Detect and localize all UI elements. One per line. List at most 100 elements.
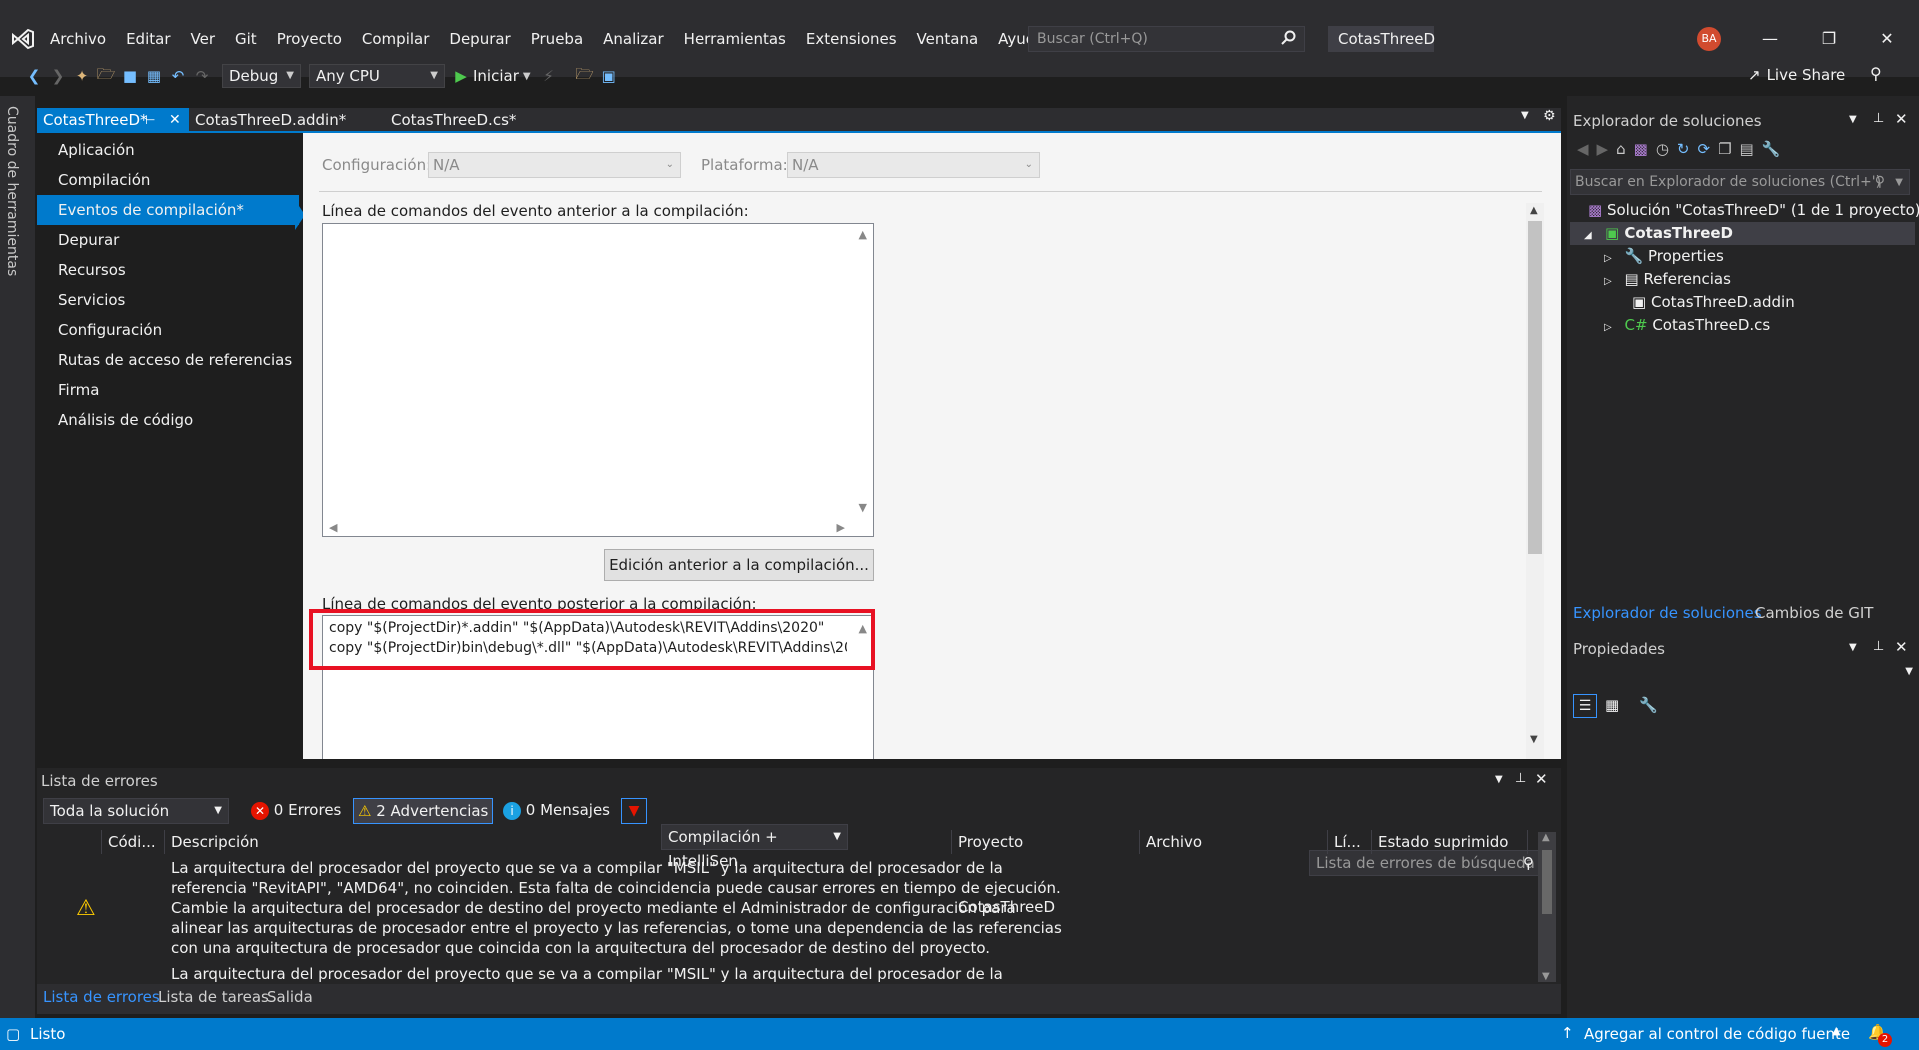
collapsed-arrow-icon[interactable]: ▷: [1604, 276, 1612, 287]
browser-icon[interactable]: ▣: [599, 67, 619, 85]
tree-item-solution[interactable]: ▩ Solución "CotasThreeD" (1 de 1 proyect…: [1588, 199, 1919, 222]
pin-icon[interactable]: ⊢: [145, 108, 155, 132]
search-icon[interactable]: ⚲: [1875, 170, 1885, 194]
scrollbar-thumb[interactable]: [1528, 221, 1542, 554]
tree-item-properties[interactable]: ▷ 🔧 Properties: [1604, 245, 1724, 268]
chevron-down-icon[interactable]: ▼: [1495, 774, 1503, 785]
close-icon[interactable]: ✕: [1535, 770, 1548, 788]
chevron-down-icon[interactable]: ▼: [1849, 642, 1857, 653]
menu-git[interactable]: Git: [225, 30, 267, 48]
tab-overflow-icon[interactable]: ▼: [1521, 110, 1529, 121]
arrow-up-icon[interactable]: ↑: [1561, 1024, 1574, 1042]
chevron-down-icon[interactable]: ▼: [1849, 114, 1857, 125]
vs-icon[interactable]: ▩: [1634, 140, 1648, 158]
quick-search-input[interactable]: Buscar (Ctrl+Q): [1028, 26, 1305, 52]
tab-cs[interactable]: CotasThreeD.cs*: [385, 108, 545, 132]
start-button[interactable]: Iniciar: [473, 67, 519, 85]
tab-git-changes[interactable]: Cambios de GIT: [1755, 604, 1873, 622]
scroll-up-icon[interactable]: ▲: [1530, 205, 1538, 216]
messages-filter-button[interactable]: i 0 Mensajes: [499, 798, 614, 824]
toolbox-label[interactable]: Cuadro de herramientas: [4, 106, 20, 276]
error-scope-select[interactable]: Toda la solución ▼: [43, 798, 229, 824]
nav-item-analisis[interactable]: Análisis de código: [37, 405, 299, 435]
chevron-down-icon[interactable]: ▼: [1895, 171, 1903, 195]
scroll-left-icon[interactable]: ◀: [329, 521, 337, 534]
forward-icon[interactable]: ▶: [1597, 140, 1609, 158]
pre-build-edit-button[interactable]: Edición anterior a la compilación...: [604, 549, 874, 581]
nav-item-aplicacion[interactable]: Aplicación: [37, 135, 299, 165]
filter-icon[interactable]: ▼: [621, 798, 647, 824]
menu-depurar[interactable]: Depurar: [439, 30, 520, 48]
pin-icon[interactable]: ⊥: [1873, 111, 1884, 126]
pin-icon[interactable]: ⊥: [1515, 771, 1526, 786]
forward-icon[interactable]: ❯: [48, 67, 68, 85]
nav-item-depurar[interactable]: Depurar: [37, 225, 299, 255]
nav-item-recursos[interactable]: Recursos: [37, 255, 299, 285]
minimize-icon[interactable]: —: [1747, 22, 1793, 56]
scroll-down-icon[interactable]: ▼: [1542, 971, 1550, 982]
undo-icon[interactable]: ↶: [168, 67, 188, 85]
config-select[interactable]: Debug ▼: [222, 64, 301, 88]
tree-item-project[interactable]: ◢ ▣ CotasThreeD: [1584, 222, 1733, 245]
save-icon[interactable]: ■: [120, 67, 140, 85]
platform-select[interactable]: Any CPU ▼: [309, 64, 445, 88]
pin-icon[interactable]: ⊥: [1873, 639, 1884, 654]
warnings-filter-button[interactable]: ⚠ 2 Advertencias: [353, 798, 494, 824]
col-project[interactable]: Proyecto: [952, 830, 1140, 854]
collapse-all-icon[interactable]: ❐: [1718, 140, 1731, 158]
home-icon[interactable]: ⌂: [1616, 140, 1626, 158]
tab-error-list[interactable]: Lista de errores: [43, 988, 160, 1006]
close-window-icon[interactable]: ✕: [1864, 22, 1910, 56]
menu-herramientas[interactable]: Herramientas: [674, 30, 796, 48]
refresh-icon[interactable]: ⟳: [1697, 140, 1710, 158]
nav-item-rutas[interactable]: Rutas de acceso de referencias: [37, 345, 299, 375]
pre-build-textbox[interactable]: ▲ ▼ ◀ ▶: [322, 223, 874, 537]
scroll-up-icon[interactable]: ▲: [859, 228, 867, 241]
menu-ventana[interactable]: Ventana: [907, 30, 989, 48]
col-code[interactable]: Códi...: [102, 830, 165, 854]
nav-item-configuracion[interactable]: Configuración: [37, 315, 299, 345]
properties-object-select[interactable]: ▼: [1571, 664, 1915, 686]
categorized-icon[interactable]: ☰: [1573, 694, 1597, 718]
tree-item-cs[interactable]: ▷ C# CotasThreeD.cs: [1604, 314, 1770, 337]
tree-item-references[interactable]: ▷ ▤ Referencias: [1604, 268, 1731, 291]
error-scrollbar[interactable]: ▲ ▼: [1538, 832, 1556, 982]
scroll-down-icon[interactable]: ▼: [859, 501, 867, 514]
close-icon[interactable]: ✕: [1895, 110, 1908, 128]
scroll-down-icon[interactable]: ▼: [1530, 734, 1538, 745]
errors-filter-button[interactable]: ✕ 0 Errores: [247, 798, 345, 824]
tab-output[interactable]: Salida: [267, 988, 313, 1006]
tab-solution-explorer[interactable]: Explorador de soluciones: [1573, 604, 1762, 622]
chevron-down-icon[interactable]: ▼: [523, 71, 531, 82]
menu-editar[interactable]: Editar: [116, 30, 180, 48]
tab-project-properties[interactable]: CotasThreeD* ⊢ ✕: [37, 108, 189, 132]
alphabetical-icon[interactable]: ▦: [1605, 696, 1619, 714]
scrollbar-thumb[interactable]: [1542, 850, 1552, 914]
col-icon[interactable]: [37, 830, 102, 854]
feedback-icon[interactable]: ⚲: [1870, 64, 1882, 83]
menu-prueba[interactable]: Prueba: [521, 30, 593, 48]
source-control-button[interactable]: Agregar al control de código fuente: [1584, 1025, 1850, 1043]
col-file[interactable]: Archivo: [1140, 830, 1328, 854]
open-folder-icon[interactable]: 🗁: [96, 64, 116, 89]
close-icon[interactable]: ✕: [169, 108, 181, 132]
wrench-icon[interactable]: 🔧: [1639, 696, 1658, 714]
save-all-icon[interactable]: ▦: [144, 67, 164, 85]
find-in-files-icon[interactable]: 🗁: [575, 64, 595, 89]
wrench-icon[interactable]: 🔧: [1762, 140, 1781, 158]
live-share-button[interactable]: ↗ Live Share: [1748, 66, 1845, 84]
menu-archivo[interactable]: Archivo: [40, 30, 116, 48]
show-all-files-icon[interactable]: ▤: [1740, 140, 1754, 158]
collapsed-arrow-icon[interactable]: ▷: [1604, 253, 1612, 264]
expanded-arrow-icon[interactable]: ◢: [1584, 230, 1592, 241]
col-suppressed[interactable]: Estado suprimido: [1372, 830, 1528, 854]
vs-logo-icon[interactable]: [10, 26, 36, 52]
tab-task-list[interactable]: Lista de tareas: [158, 988, 269, 1006]
nav-item-firma[interactable]: Firma: [37, 375, 299, 405]
tab-addin[interactable]: CotasThreeD.addin*: [189, 108, 379, 132]
menu-compilar[interactable]: Compilar: [352, 30, 439, 48]
col-description[interactable]: Descripción: [165, 830, 952, 854]
solution-search-input[interactable]: Buscar en Explorador de soluciones (Ctrl…: [1570, 169, 1910, 195]
hot-reload-icon[interactable]: ⚡: [539, 67, 559, 85]
back-icon[interactable]: ◀: [1577, 140, 1589, 158]
